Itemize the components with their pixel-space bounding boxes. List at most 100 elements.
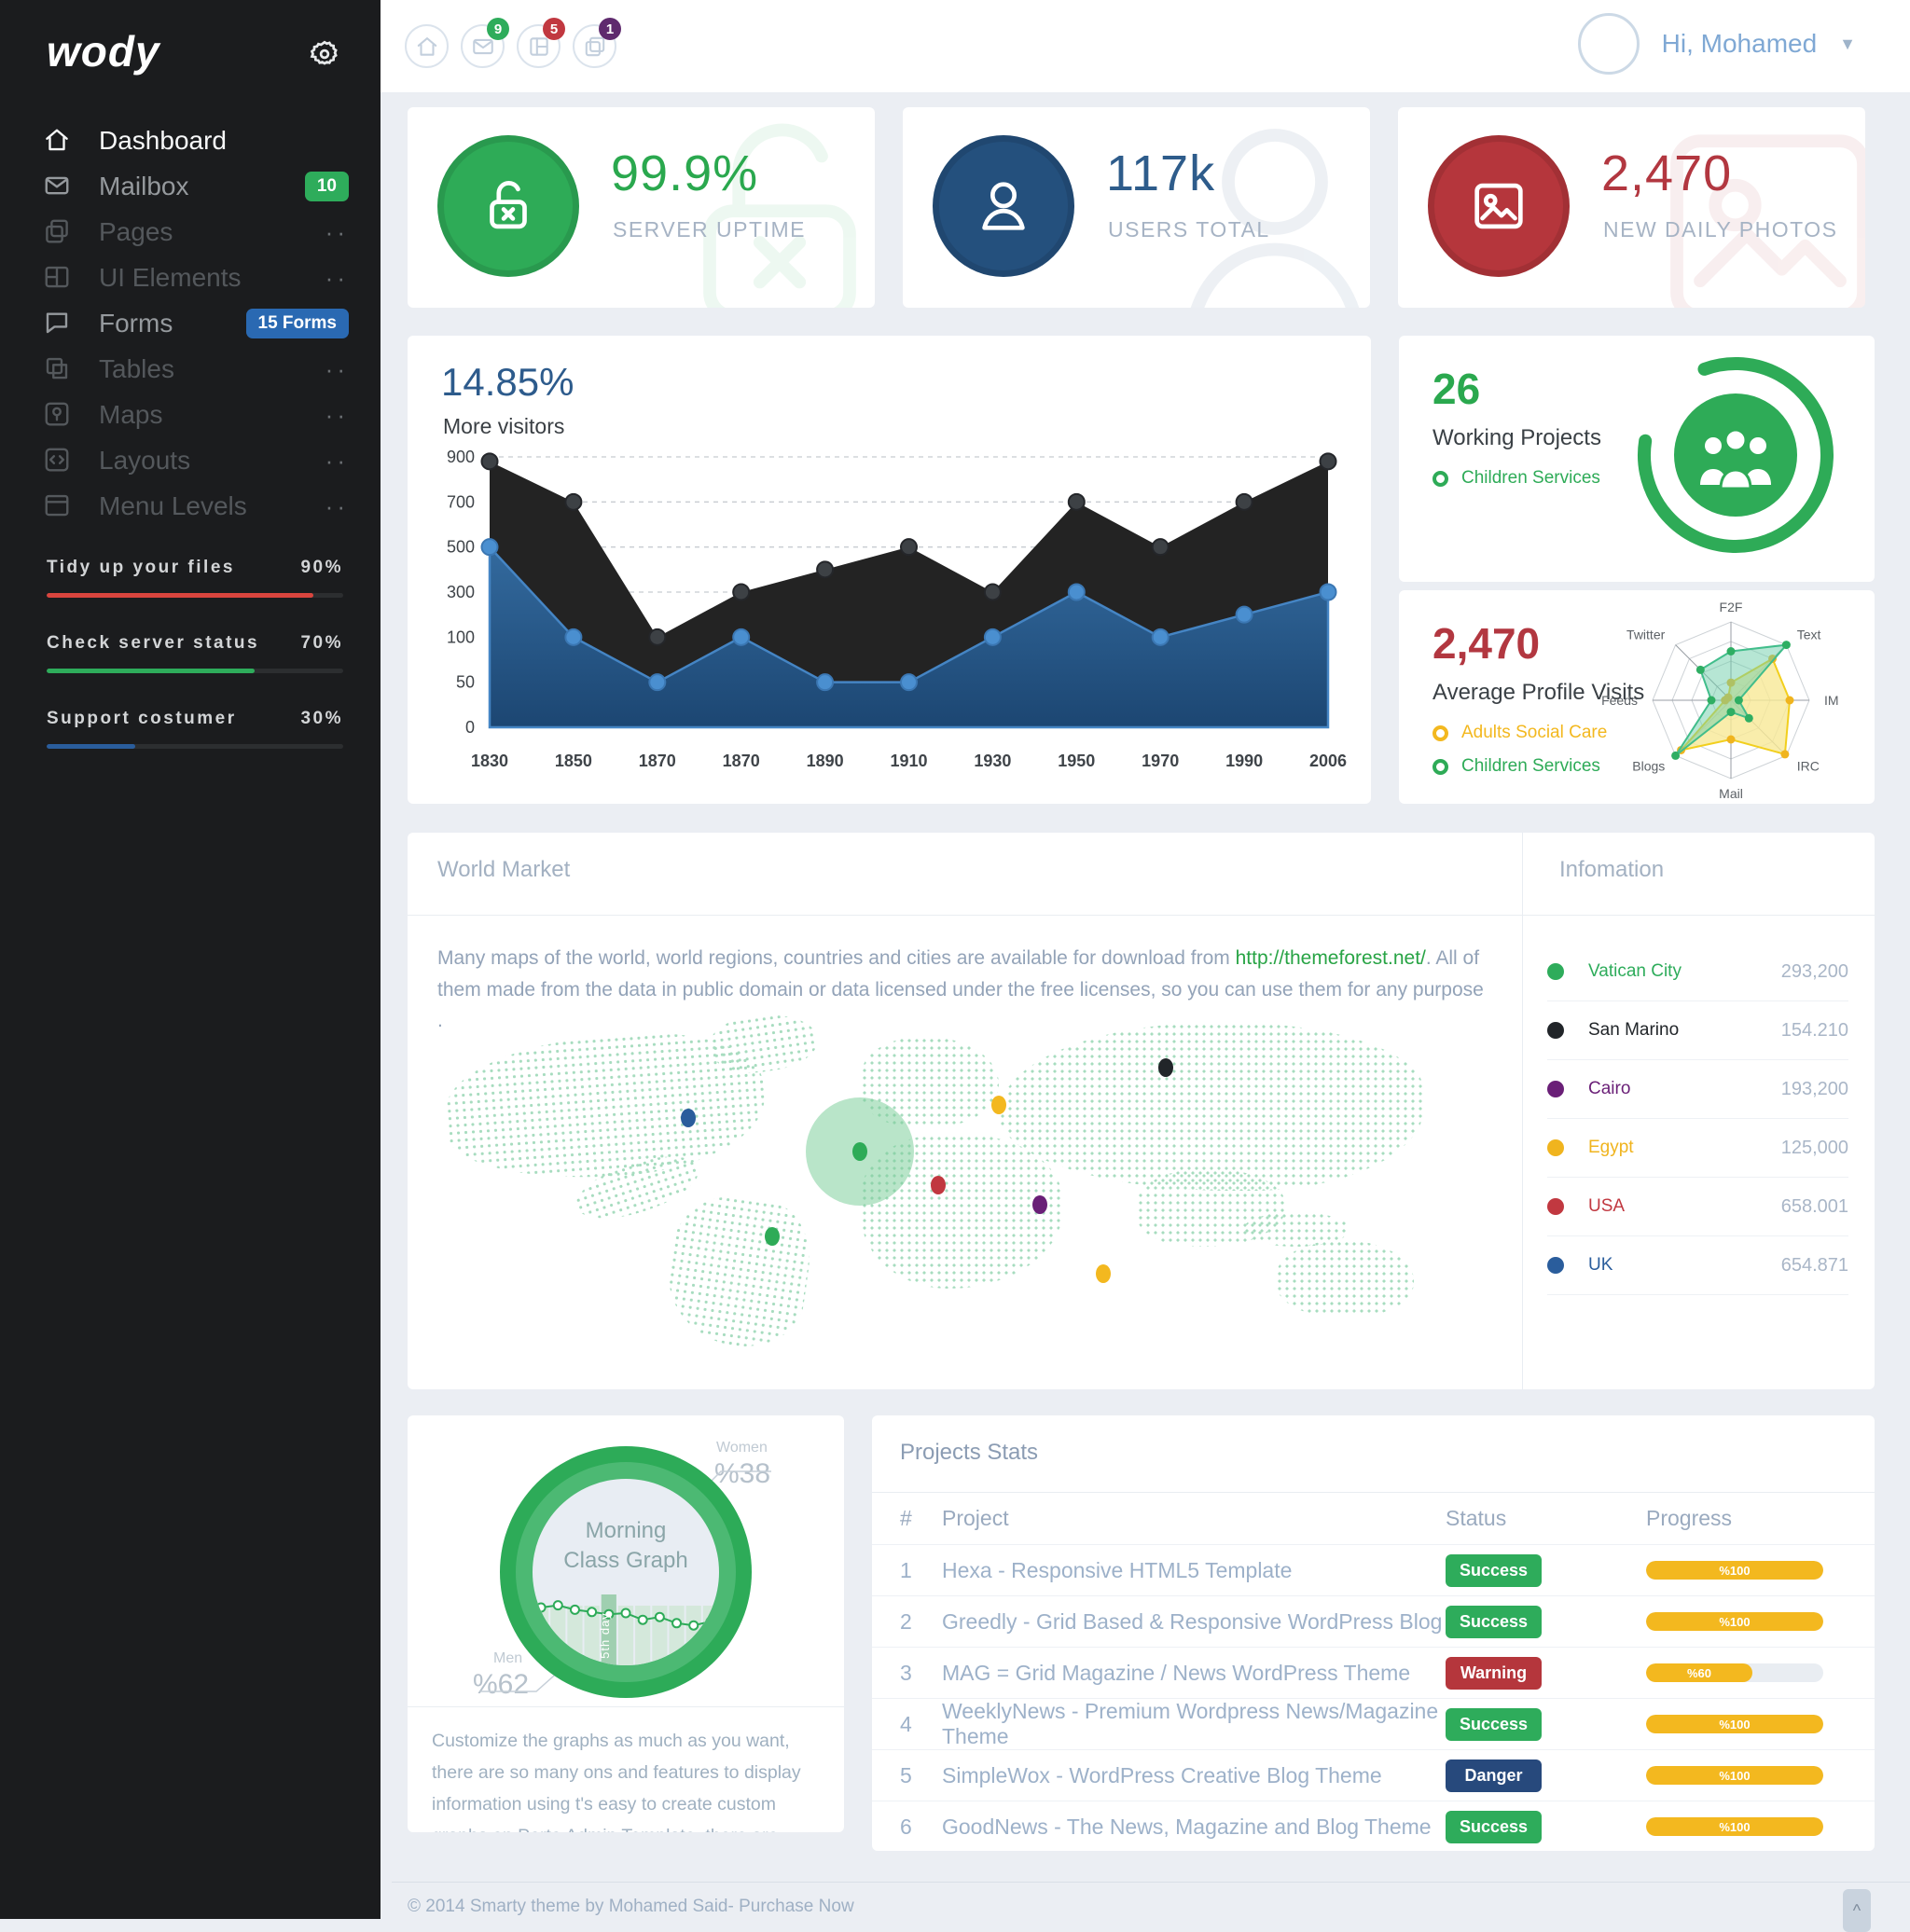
task-percent: 70% [300, 633, 343, 654]
legend-ring-icon [1432, 471, 1448, 487]
divider [1522, 833, 1523, 1389]
svg-text:5th day: 5th day [598, 1612, 612, 1659]
chevron-down-icon: ▼ [1839, 34, 1856, 54]
morning-class-card: Women %38 Men %62 MorningClass Graph 5th… [408, 1415, 844, 1832]
table-row[interactable]: 3MAG = Grid Magazine / News WordPress Th… [872, 1648, 1875, 1699]
svg-text:100: 100 [447, 628, 475, 646]
sidebar-item-pages[interactable]: Pages·· [0, 209, 381, 255]
quick-widgets-button[interactable]: 5 [517, 24, 561, 68]
row-number: 3 [872, 1661, 942, 1686]
country-name: Cairo [1588, 1079, 1630, 1099]
stat-card-server-uptime: 99.9%SERVER UPTIME [408, 107, 875, 308]
status-badge: Warning [1446, 1657, 1542, 1690]
table-row[interactable]: 4WeeklyNews - Premium Wordpress News/Mag… [872, 1699, 1875, 1750]
avatar[interactable] [1578, 13, 1640, 75]
progress-fill: %100 [1646, 1715, 1823, 1733]
map-marker[interactable] [1032, 1195, 1047, 1214]
table-header: # Project Status Progress [872, 1493, 1875, 1545]
morning-title: MorningClass Graph [533, 1516, 719, 1577]
country-dot-icon [1547, 1198, 1564, 1215]
progress-fill: %100 [1646, 1612, 1823, 1631]
world-market-card: World Market Many maps of the world, wor… [408, 833, 1875, 1389]
stat-value: 99.9% [611, 145, 758, 202]
quick-home-button[interactable] [405, 24, 449, 68]
divider [408, 1706, 844, 1707]
quick-mail-button[interactable]: 9 [461, 24, 505, 68]
table-row[interactable]: 5SimpleWox - WordPress Creative Blog The… [872, 1750, 1875, 1801]
info-row-cairo: Cairo 193,200 [1547, 1060, 1848, 1119]
ellipsis-icon: ·· [325, 410, 349, 420]
ellipsis-icon: ·· [325, 228, 349, 237]
table-row[interactable]: 6GoodNews - The News, Magazine and Blog … [872, 1801, 1875, 1851]
divider [392, 1882, 1910, 1883]
svg-text:1870: 1870 [723, 752, 760, 770]
working-projects-gauge [1619, 343, 1852, 576]
table-body: 1Hexa - Responsive HTML5 TemplateSuccess… [872, 1545, 1875, 1851]
country-dot-icon [1547, 1139, 1564, 1156]
row-number: 1 [872, 1558, 942, 1583]
sidebar-item-forms[interactable]: Forms 15 Forms [0, 300, 381, 346]
quick-copy-button[interactable]: 1 [573, 24, 616, 68]
country-value: 125,000 [1781, 1138, 1848, 1159]
country-value: 154.210 [1781, 1020, 1848, 1042]
progress-bar: %100 [1646, 1766, 1823, 1785]
sidebar-item-label: Dashboard [99, 126, 227, 156]
scroll-top-button[interactable]: ^ [1843, 1889, 1871, 1932]
map-marker[interactable] [852, 1142, 867, 1161]
svg-text:1950: 1950 [1058, 752, 1095, 770]
main-area: 951 Hi, Mohamed ▼ 99.9%SERVER UPTIME117k… [381, 0, 1910, 1919]
working-projects-label: Working Projects [1432, 425, 1601, 451]
row-number: 5 [872, 1763, 942, 1788]
svg-text:300: 300 [447, 583, 475, 601]
country-dot-icon [1547, 963, 1564, 980]
sidebar-badge: 15 Forms [246, 309, 349, 338]
themeforest-link[interactable]: http://themeforest.net/ [1236, 947, 1426, 969]
table-row[interactable]: 2Greedly - Grid Based & Responsive WordP… [872, 1596, 1875, 1648]
task-progress: Support costumer30% [47, 709, 343, 749]
legend-label: Children Services [1461, 756, 1600, 777]
sidebar-item-label: Tables [99, 354, 174, 384]
country-value: 193,200 [1781, 1079, 1848, 1100]
sidebar-item-label: UI Elements [99, 263, 242, 293]
working-projects-legend: Children Services [1432, 468, 1600, 502]
task-progressbar [47, 669, 343, 673]
legend-item: Adults Social Care [1432, 723, 1607, 743]
legend-ring-icon [1432, 725, 1448, 741]
sidebar-item-mailbox[interactable]: Mailbox10 [0, 163, 381, 209]
sidebar-item-tables[interactable]: Tables·· [0, 346, 381, 392]
sidebar-item-ui-elements[interactable]: UI Elements·· [0, 255, 381, 300]
task-progressbar [47, 744, 343, 749]
svg-text:1870: 1870 [639, 752, 676, 770]
stat-card-users-total: 117kUSERS TOTAL [903, 107, 1370, 308]
user-menu[interactable]: Hi, Mohamed ▼ [1578, 13, 1856, 75]
morning-paragraph: Customize the graphs as much as you want… [432, 1725, 820, 1832]
task-progress: Tidy up your files90% [47, 558, 343, 598]
unlock-icon [476, 173, 541, 239]
svg-text:Blogs: Blogs [1632, 759, 1665, 774]
table-row[interactable]: 1Hexa - Responsive HTML5 TemplateSuccess… [872, 1545, 1875, 1596]
settings-gear-icon[interactable] [308, 37, 341, 71]
map-landmass [442, 1026, 770, 1188]
sidebar-item-menu-levels[interactable]: Menu Levels·· [0, 483, 381, 529]
progress-fill: %60 [1646, 1663, 1752, 1682]
stat-label: NEW DAILY PHOTOS [1603, 217, 1838, 242]
task-percent: 30% [300, 709, 343, 729]
progress-fill: %100 [1646, 1561, 1823, 1580]
sidebar-item-dashboard[interactable]: Dashboard [0, 117, 381, 163]
col-number: # [872, 1506, 942, 1531]
forms-icon [43, 309, 71, 337]
status-badge: Success [1446, 1554, 1542, 1587]
legend-ring-icon [1432, 759, 1448, 775]
info-row-uk: UK654.871 [1547, 1236, 1848, 1295]
svg-text:1910: 1910 [890, 752, 927, 770]
map-marker[interactable] [1096, 1264, 1111, 1283]
user-greeting: Hi, Mohamed [1662, 29, 1818, 59]
legend-label: Adults Social Care [1461, 723, 1607, 743]
sidebar-item-maps[interactable]: Maps·· [0, 392, 381, 437]
layouts-icon [43, 446, 71, 474]
sidebar-item-layouts[interactable]: Layouts·· [0, 437, 381, 483]
status-badge: Danger [1446, 1760, 1542, 1792]
maps-icon [43, 400, 71, 428]
sidebar-item-label: Forms [99, 309, 173, 338]
stat-card-new-daily-photos: 2,470NEW DAILY PHOTOS [1398, 107, 1865, 308]
